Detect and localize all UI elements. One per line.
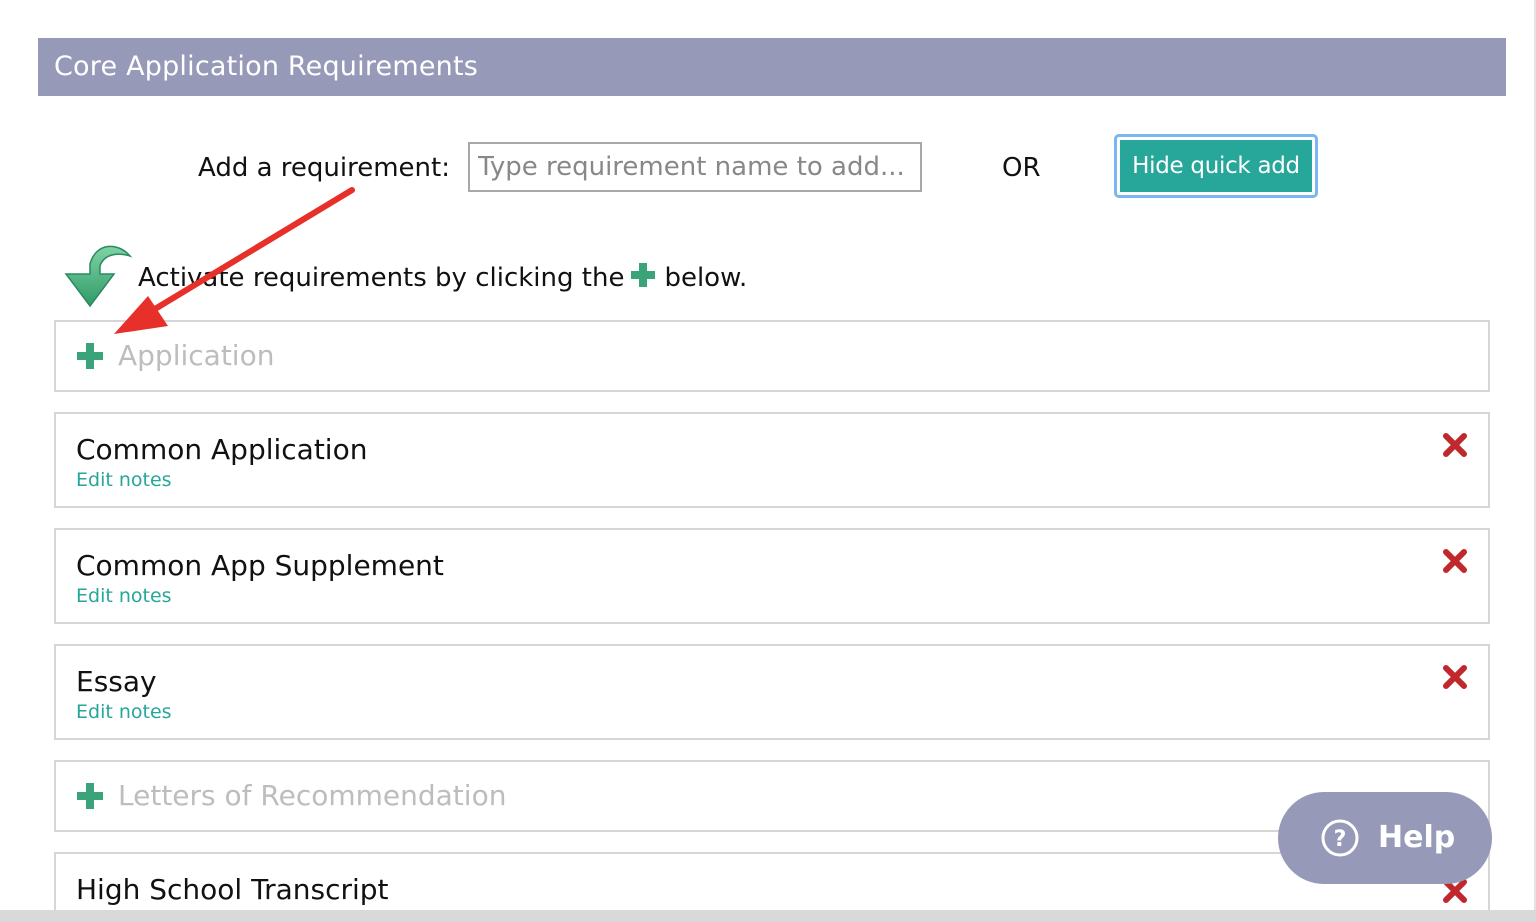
instruction-text-before: Activate requirements by clicking the [138,263,625,293]
requirement-name: Application [118,339,275,372]
section-header: Core Application Requirements [38,38,1506,96]
remove-x-icon[interactable] [1442,548,1468,574]
edit-notes-link[interactable]: Edit notes [76,582,172,610]
svg-text:?: ? [1334,827,1347,852]
or-separator: OR [1002,153,1041,183]
activation-instruction: Activate requirements by clicking the be… [138,258,747,298]
add-requirement-plus-icon[interactable] [76,342,104,370]
add-requirement-plus-icon[interactable] [76,782,104,810]
help-button[interactable]: ? Help [1278,792,1492,884]
instruction-text-after: below. [664,263,748,293]
horizontal-scrollbar[interactable] [0,910,1536,922]
requirement-row-common-app-supplement: Common App Supplement Edit notes [54,528,1490,624]
remove-x-icon[interactable] [1442,432,1468,458]
section-title: Core Application Requirements [54,51,479,82]
requirement-name: High School Transcript [76,873,389,906]
question-circle-icon: ? [1321,819,1359,857]
edit-notes-link[interactable]: Edit notes [76,466,172,494]
requirement-name: Common App Supplement [76,549,444,582]
requirement-row-application: Application [54,320,1490,392]
help-label: Help [1378,820,1456,855]
requirement-row-common-application: Common Application Edit notes [54,412,1490,508]
requirement-name: Common Application [76,433,368,466]
requirement-name-input[interactable] [468,142,922,192]
requirement-name: Essay [76,665,157,698]
remove-x-icon[interactable] [1442,664,1468,690]
curved-arrow-down-icon [64,245,133,308]
add-requirement-label: Add a requirement: [198,153,450,183]
requirement-name: Letters of Recommendation [118,779,507,812]
plus-icon [631,263,656,287]
edit-notes-link[interactable]: Edit notes [76,698,172,726]
requirement-row-essay: Essay Edit notes [54,644,1490,740]
hide-quick-add-button[interactable]: Hide quick add [1114,134,1318,198]
requirement-row-letters-of-recommendation: Letters of Recommendation [54,760,1490,832]
hide-quick-add-label: Hide quick add [1120,140,1312,192]
